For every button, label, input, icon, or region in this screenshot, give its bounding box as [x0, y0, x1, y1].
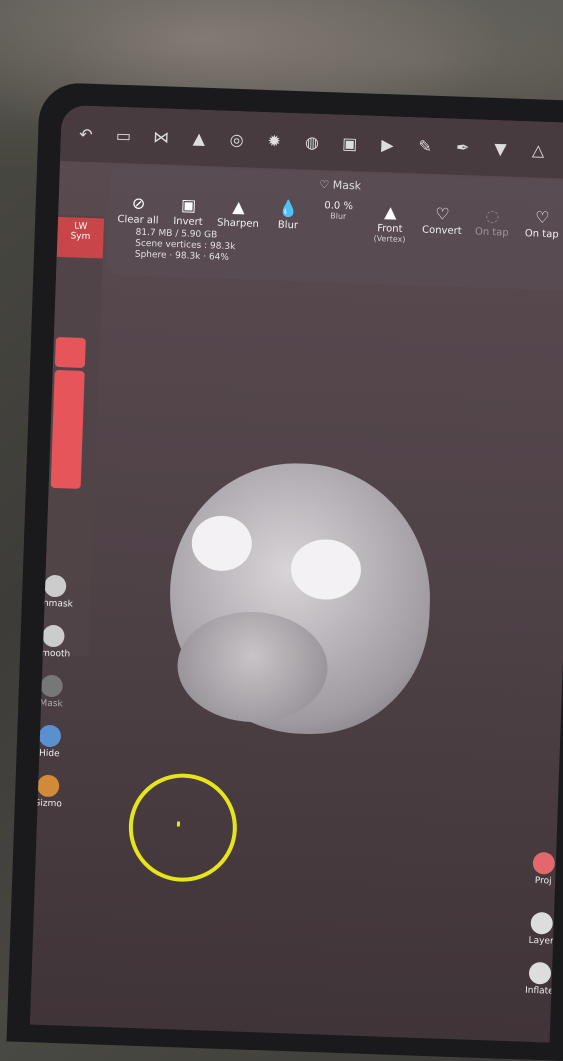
clear-icon: ⊘ [131, 193, 146, 213]
layers-icon[interactable]: ▲ [184, 122, 215, 153]
sharpen-button[interactable]: ▲ Sharpen [214, 196, 263, 230]
sharpen-icon: ▲ [232, 197, 246, 217]
brush-cursor-dot [176, 821, 181, 827]
brush-icon[interactable]: ✎ [410, 130, 441, 161]
sun-icon[interactable]: ✹ [259, 125, 290, 156]
right-eye [289, 538, 362, 601]
bucket-icon[interactable]: ▼ [485, 133, 516, 164]
smooth-icon [42, 624, 65, 648]
folder-icon[interactable]: ▭ [108, 120, 139, 151]
left-eye [190, 514, 253, 572]
front-vertex-button[interactable]: ▲ Front (Vertex) [365, 202, 414, 245]
convert-icon: ♡ [434, 204, 450, 224]
intensity-slider[interactable] [50, 369, 85, 489]
image-icon[interactable]: ▣ [334, 128, 365, 159]
mask-toolbar: ♡ Mask ⊘ Clear all ▣ Invert ▲ Sharpen 💧 … [106, 164, 563, 292]
sym-button[interactable]: LW Sym [56, 216, 105, 259]
eraser-icon [43, 574, 67, 598]
tap-icon: ◌ [485, 205, 500, 226]
invert-icon: ▣ [180, 195, 197, 215]
blur-percent[interactable]: 0.0 % Blur [314, 200, 363, 222]
snout [175, 609, 330, 725]
mask-icon [40, 674, 64, 698]
globe-icon[interactable]: ◎ [221, 124, 252, 155]
pen-icon[interactable]: ✒ [447, 132, 478, 163]
triangle-icon[interactable]: △ [523, 134, 554, 165]
on-tap-button-1[interactable]: ◌ On tap [468, 205, 517, 239]
app-screen: ↶ ▭ ⋈ ▲ ◎ ✹ ◍ ▣ ▶ ✎ ✒ ▼ △ ⚗ ♡ Mask ⊘ Cle… [29, 105, 563, 1043]
invert-button[interactable]: ▣ Invert [164, 195, 213, 229]
gizmo-icon [36, 774, 60, 798]
hide-icon [38, 724, 62, 748]
blur-icon: 💧 [278, 198, 299, 219]
stats-readout: 81.7 MB / 5.90 GB Scene vertices : 98.3k… [134, 227, 236, 263]
tap-icon-2: ♡ [534, 207, 550, 228]
sphere-icon[interactable]: ◍ [297, 126, 328, 157]
share-icon[interactable]: ⋈ [146, 121, 177, 152]
brush-cursor-ring [127, 771, 239, 884]
sculpt-model-head[interactable] [165, 459, 435, 739]
front-icon: ▲ [383, 202, 397, 222]
mask-header: ♡ Mask [319, 178, 362, 193]
video-icon[interactable]: ▶ [372, 129, 403, 160]
clear-all-button[interactable]: ⊘ Clear all [114, 193, 163, 227]
inflate-icon [528, 961, 552, 985]
back-icon[interactable]: ↶ [70, 118, 101, 149]
convert-button[interactable]: ♡ Convert [418, 204, 467, 238]
on-tap-button-2[interactable]: ♡ On tap [518, 207, 563, 241]
proj-icon [532, 851, 556, 875]
layer-icon [530, 911, 554, 935]
blur-button[interactable]: 💧 Blur [264, 198, 313, 232]
radius-slider[interactable] [54, 336, 86, 368]
